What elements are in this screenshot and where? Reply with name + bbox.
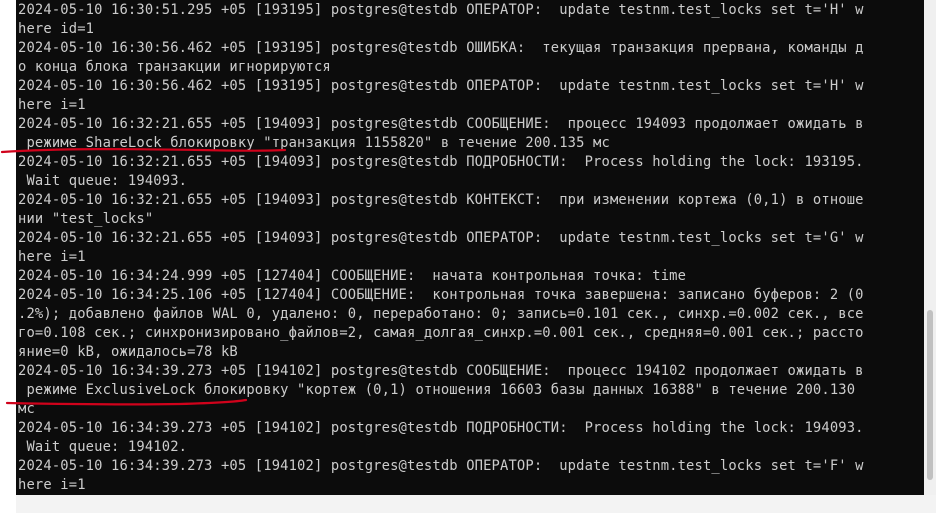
vertical-scrollbar[interactable]: [924, 0, 936, 495]
log-line: 2024-05-10 16:32:21.655 +05 [194093] pos…: [18, 192, 864, 208]
log-line: Wait queue: 194093.: [18, 173, 188, 189]
log-line: .2%); добавлено файлов WAL 0, удалено: 0…: [18, 306, 864, 322]
log-output: 2024-05-10 16:30:51.295 +05 [193195] pos…: [18, 1, 924, 495]
log-line: 2024-05-10 16:32:21.655 +05 [194093] pos…: [18, 116, 864, 132]
log-line: 2024-05-10 16:30:51.295 +05 [193195] pos…: [18, 2, 864, 18]
log-line: 2024-05-10 16:30:56.462 +05 [193195] pos…: [18, 40, 864, 56]
log-line: о конца блока транзакции игнорируются: [18, 59, 331, 75]
log-line: нии "test_locks": [18, 211, 154, 227]
log-line: 2024-05-10 16:34:24.999 +05 [127404] СОО…: [18, 268, 687, 284]
log-line: 2024-05-10 16:32:21.655 +05 [194093] pos…: [18, 230, 864, 246]
screenshot-frame: 2024-05-10 16:30:51.295 +05 [193195] pos…: [0, 0, 936, 513]
log-line: го=0.108 сек.; синхронизировано_файлов=2…: [18, 325, 864, 341]
log-line: режиме ShareLock блокировку "транзакция …: [18, 135, 610, 151]
log-line: 2024-05-10 16:30:56.462 +05 [193195] pos…: [18, 78, 864, 94]
log-line: яние=0 kB, ожидалось=78 kB: [18, 344, 238, 360]
log-line: here i=1: [18, 97, 86, 113]
log-line: Wait queue: 194102.: [18, 439, 188, 455]
log-line: режиме ExclusiveLock блокировку "кортеж …: [18, 382, 856, 398]
log-line: 2024-05-10 16:34:39.273 +05 [194102] pos…: [18, 420, 864, 436]
log-line: 2024-05-10 16:32:21.655 +05 [194093] pos…: [18, 154, 864, 170]
log-line: 2024-05-10 16:34:39.273 +05 [194102] pos…: [18, 363, 864, 379]
log-line: 2024-05-10 16:34:39.273 +05 [194102] pos…: [18, 458, 864, 474]
bottom-strip: [16, 495, 936, 513]
terminal-window[interactable]: 2024-05-10 16:30:51.295 +05 [193195] pos…: [16, 0, 924, 495]
scrollbar-thumb[interactable]: [927, 310, 933, 480]
log-line: 2024-05-10 16:34:25.106 +05 [127404] СОО…: [18, 287, 864, 303]
log-line: here i=1: [18, 249, 86, 265]
log-line: here id=1: [18, 21, 95, 37]
log-line: мс: [18, 401, 35, 417]
log-line: here i=1: [18, 477, 86, 493]
